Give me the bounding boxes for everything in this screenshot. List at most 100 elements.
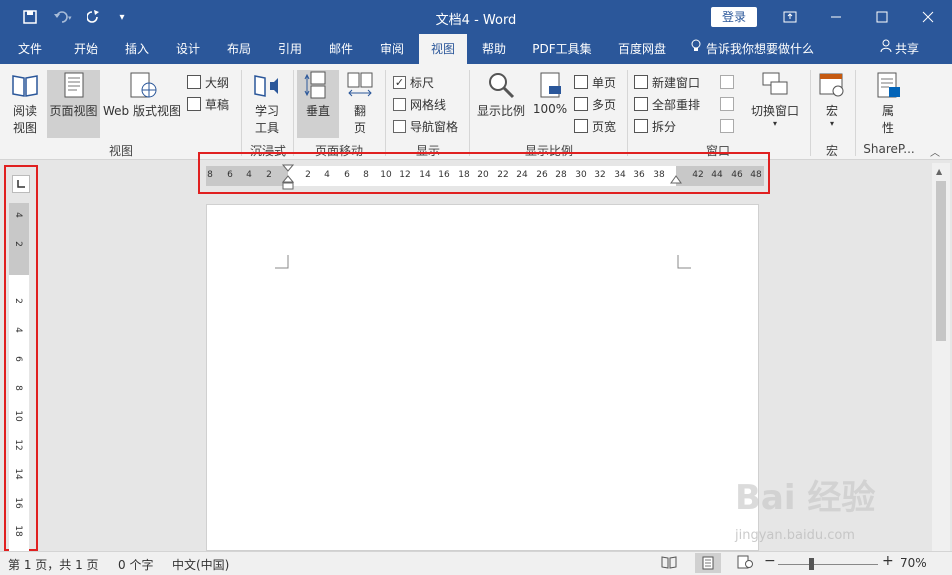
side-to-side-button[interactable]: 翻 页: [341, 70, 379, 138]
web-layout-icon[interactable]: [737, 555, 753, 572]
indent-marker-icon[interactable]: [282, 164, 294, 190]
macros-button[interactable]: 宏 ▾: [814, 70, 850, 138]
print-layout-icon[interactable]: [695, 553, 721, 573]
vertical-scrollbar[interactable]: ▲: [932, 163, 950, 551]
hruler-tick: 10: [380, 170, 392, 180]
horizontal-ruler[interactable]: 8 6 4 2 2 4 6 8 10 12 14 16 18 20 22 24 …: [206, 164, 764, 190]
language-indicator[interactable]: 中文(中国): [172, 556, 229, 573]
tell-me-text: 告诉我你想要做什么: [706, 42, 815, 56]
page-width-button[interactable]: 页宽: [574, 116, 616, 136]
tab-selector[interactable]: [12, 175, 30, 193]
collapse-ribbon-icon[interactable]: ︿: [930, 144, 940, 159]
hruler-tick: 32: [594, 170, 606, 180]
vruler-tick: 6: [13, 356, 23, 362]
print-layout-button[interactable]: 页面视图: [47, 70, 100, 138]
tab-review[interactable]: 审阅: [368, 34, 416, 64]
zoom-100-button[interactable]: 100%: [530, 70, 570, 138]
scroll-up-icon[interactable]: ▲: [936, 167, 942, 176]
outline-label: 大纲: [205, 75, 230, 90]
document-page[interactable]: [206, 204, 759, 551]
vertical-label: 垂直: [305, 104, 330, 118]
group-divider: [855, 70, 856, 156]
read-mode-button[interactable]: 阅读 视图: [6, 70, 44, 138]
page-icon: [64, 72, 83, 98]
switch-windows-button[interactable]: 切换窗口 ▾: [746, 70, 804, 138]
login-button[interactable]: 登录: [711, 7, 757, 27]
zoom-slider[interactable]: [778, 564, 878, 565]
tab-layout[interactable]: 布局: [215, 34, 263, 64]
hruler-tick: 28: [555, 170, 567, 180]
person-icon: [880, 34, 892, 64]
split-button[interactable]: 拆分: [634, 116, 676, 136]
nav-pane-label: 导航窗格: [410, 119, 459, 134]
properties-icon: [877, 72, 900, 98]
reset-position-icon[interactable]: [720, 116, 738, 136]
ruler-check-mark: ✓: [393, 75, 406, 89]
scrollbar-thumb[interactable]: [936, 181, 946, 341]
new-window-button[interactable]: 新建窗口: [634, 72, 700, 92]
hruler-tick: 38: [653, 170, 665, 180]
properties-button[interactable]: 属 性: [866, 70, 910, 138]
ribbon-display-icon[interactable]: [767, 4, 813, 30]
tab-baidu-netdisk[interactable]: 百度网盘: [608, 34, 676, 64]
share-label: 共享: [895, 42, 920, 56]
tab-home[interactable]: 开始: [62, 34, 110, 64]
group-divider: [385, 70, 386, 156]
side-to-side-icon: [347, 72, 373, 97]
tab-design[interactable]: 设计: [164, 34, 212, 64]
one-page-button[interactable]: 单页: [574, 72, 616, 92]
group-divider: [241, 70, 242, 156]
hruler-tick: 44: [711, 170, 723, 180]
zoom-out-icon[interactable]: −: [764, 553, 776, 569]
draft-button[interactable]: 草稿: [187, 94, 229, 114]
share-button[interactable]: 共享: [880, 34, 930, 64]
zoom-button[interactable]: 显示比例: [474, 70, 528, 138]
hruler-tick: 34: [614, 170, 626, 180]
gridlines-checkbox[interactable]: 网格线: [393, 94, 446, 114]
tab-references[interactable]: 引用: [266, 34, 314, 64]
reset-icon: [720, 119, 734, 133]
lightbulb-icon: [690, 34, 702, 64]
ribbon: 阅读 视图 页面视图 Web 版式视图 大纲 草稿 视图 学习 工具 沉浸式 垂…: [0, 64, 952, 160]
view-side-by-side-icon[interactable]: [720, 72, 738, 92]
web-layout-button[interactable]: Web 版式视图: [101, 70, 183, 138]
hruler-tick: 4: [324, 170, 330, 180]
minimize-icon[interactable]: [813, 4, 859, 30]
macros-label: 宏: [825, 104, 838, 118]
right-indent-marker-icon[interactable]: [670, 175, 682, 185]
learning-tools-button[interactable]: 学习 工具: [246, 70, 288, 138]
outline-button[interactable]: 大纲: [187, 72, 229, 92]
arrange-all-icon: [634, 97, 648, 111]
hruler-tick: 14: [419, 170, 431, 180]
sync-scroll-icon[interactable]: [720, 94, 738, 114]
macros-group-label: 宏: [825, 144, 838, 158]
zoom-in-icon[interactable]: +: [882, 553, 894, 569]
tab-view[interactable]: 视图: [419, 34, 467, 64]
multiple-pages-button[interactable]: 多页: [574, 94, 616, 114]
maximize-icon[interactable]: [859, 4, 905, 30]
new-window-label: 新建窗口: [652, 75, 701, 90]
page-width-icon: [574, 119, 588, 133]
vruler-tick: 12: [13, 439, 23, 451]
word-count[interactable]: 0 个字: [118, 556, 153, 573]
vertical-ruler: 4 2 2 4 6 8 10 12 14 16 18: [4, 165, 38, 553]
close-icon[interactable]: [905, 4, 951, 30]
tab-file[interactable]: 文件: [6, 34, 54, 64]
zoom-level[interactable]: 70%: [900, 556, 927, 570]
vertical-button[interactable]: 垂直: [297, 70, 339, 138]
split-icon: [634, 119, 648, 133]
hruler-tick: 18: [458, 170, 470, 180]
tab-mailings[interactable]: 邮件: [317, 34, 365, 64]
nav-pane-checkbox[interactable]: 导航窗格: [393, 116, 458, 136]
new-window-icon: [634, 75, 648, 89]
page-count[interactable]: 第 1 页，共 1 页: [8, 556, 99, 573]
tell-me-box[interactable]: 告诉我你想要做什么: [690, 34, 820, 64]
tab-insert[interactable]: 插入: [113, 34, 161, 64]
one-page-label: 单页: [592, 75, 617, 90]
ruler-checkbox[interactable]: ✓ 标尺: [393, 72, 434, 92]
read-mode-icon[interactable]: [661, 555, 677, 572]
tab-pdf-tools[interactable]: PDF工具集: [524, 34, 600, 64]
zoom-slider-thumb[interactable]: [809, 558, 814, 570]
tab-help[interactable]: 帮助: [470, 34, 518, 64]
arrange-all-button[interactable]: 全部重排: [634, 94, 700, 114]
